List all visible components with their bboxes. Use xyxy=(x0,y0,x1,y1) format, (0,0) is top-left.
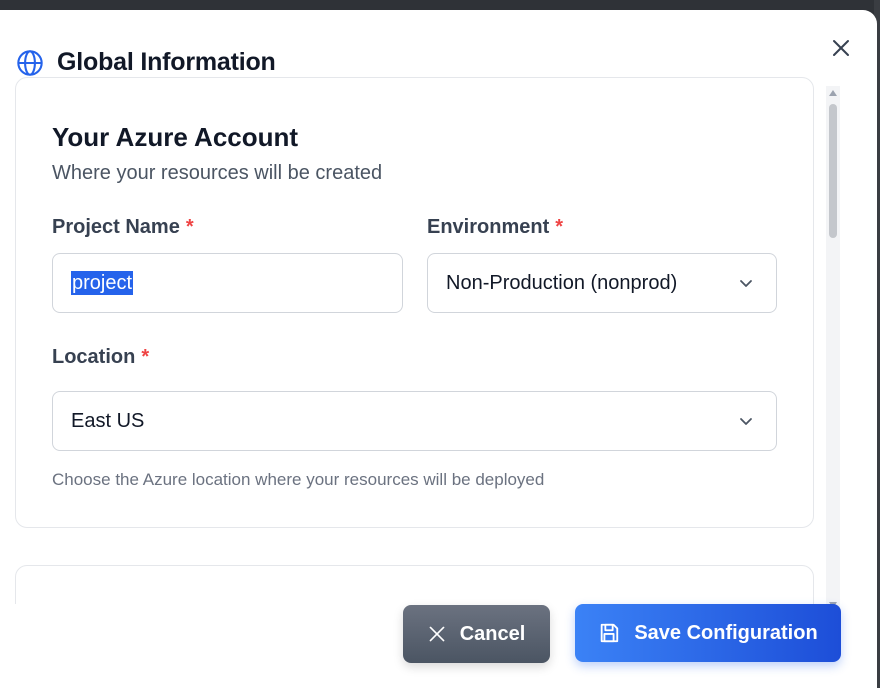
environment-selected-value: Non-Production (nonprod) xyxy=(446,271,678,294)
required-marker: * xyxy=(141,346,150,368)
location-select[interactable]: East US xyxy=(52,391,777,451)
x-icon xyxy=(429,626,445,642)
project-name-label-text: Project Name xyxy=(52,216,180,238)
close-icon xyxy=(833,40,849,56)
floppy-disk-icon xyxy=(601,623,619,643)
next-section-card xyxy=(15,565,814,604)
cancel-button-label: Cancel xyxy=(459,622,526,645)
environment-label-text: Environment xyxy=(427,216,550,238)
chevron-down-icon xyxy=(740,280,752,287)
chevron-down-icon xyxy=(740,418,752,425)
globe-icon xyxy=(17,49,43,76)
environment-select[interactable]: Non-Production (nonprod) xyxy=(427,253,777,313)
close-button[interactable] xyxy=(829,36,853,60)
required-marker: * xyxy=(185,216,194,238)
save-button-label: Save Configuration xyxy=(634,621,818,644)
save-configuration-button[interactable]: Save Configuration xyxy=(575,604,841,662)
required-marker: * xyxy=(555,216,564,238)
azure-account-card: Your Azure Account Where your resources … xyxy=(15,77,814,528)
card-subtitle: Where your resources will be created xyxy=(52,162,383,184)
scrollbar-thumb[interactable] xyxy=(829,104,837,238)
location-hint: Choose the Azure location where your res… xyxy=(52,470,545,489)
project-name-value: project xyxy=(71,271,134,295)
environment-label: Environment * xyxy=(427,216,563,239)
card-title: Your Azure Account xyxy=(52,122,299,152)
location-selected-value: East US xyxy=(71,409,145,432)
project-name-label: Project Name * xyxy=(52,216,194,239)
modal-header: Global Information xyxy=(16,48,276,77)
project-name-input[interactable]: project xyxy=(52,253,403,313)
modal-title: Global Information xyxy=(57,48,276,76)
location-label: Location * xyxy=(52,346,149,369)
global-information-modal: Global Information Your Azure Account Wh… xyxy=(0,10,877,688)
modal-scroll-area[interactable]: Your Azure Account Where your resources … xyxy=(0,76,842,604)
cancel-button[interactable]: Cancel xyxy=(403,605,550,663)
location-label-text: Location xyxy=(52,346,136,368)
scroll-up-arrow[interactable] xyxy=(829,90,837,96)
